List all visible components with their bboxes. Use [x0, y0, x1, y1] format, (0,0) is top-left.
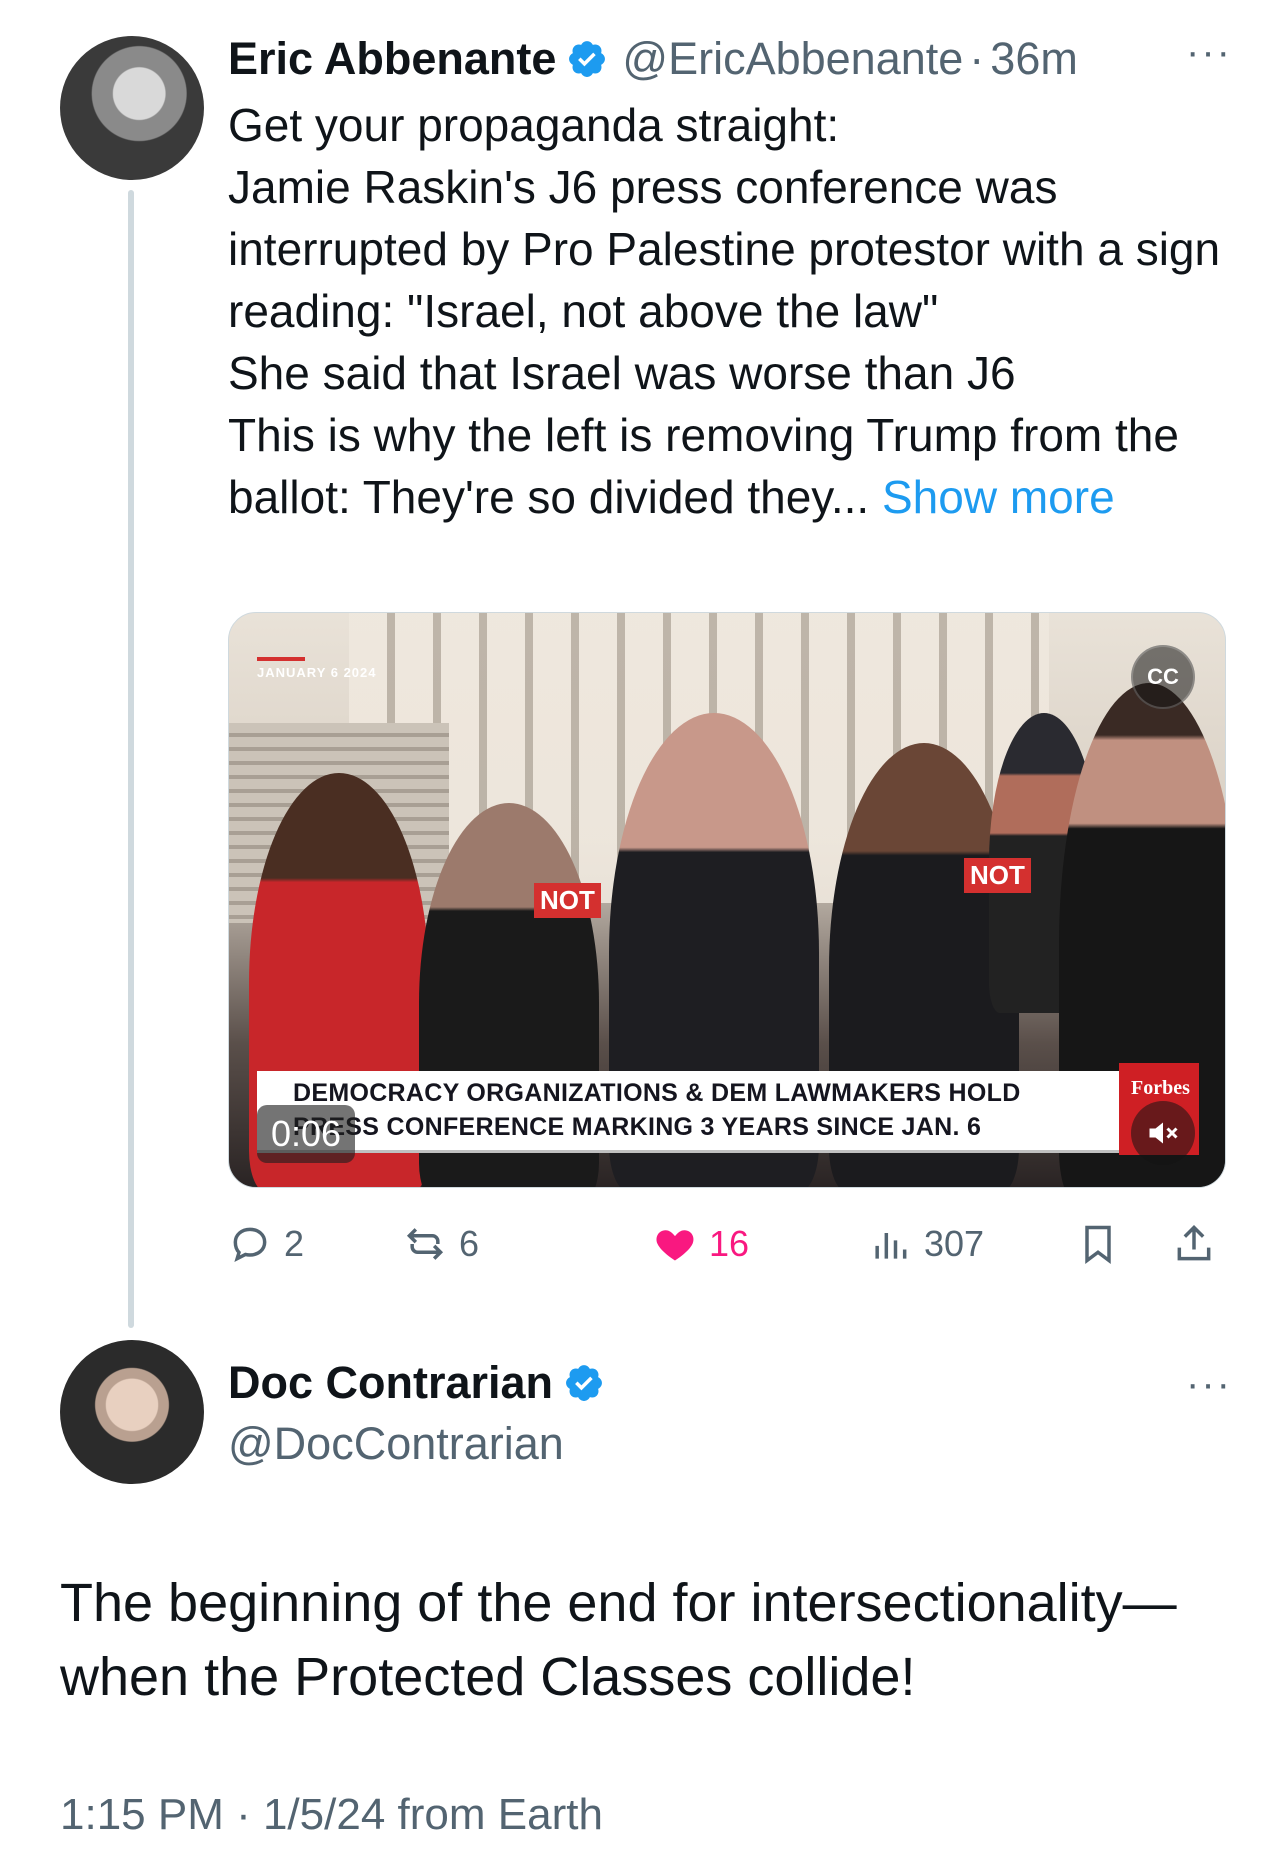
- verified-badge-icon: [569, 41, 606, 77]
- share-button[interactable]: [1172, 1212, 1228, 1276]
- video-player[interactable]: NOT NOT JANUARY 6 2024 CC DEMOCRACY ORGA…: [228, 612, 1226, 1188]
- tweet-header: Doc Contrarian: [228, 1354, 619, 1412]
- tweet-body: Get your propaganda straight: Jamie Rask…: [228, 99, 1221, 523]
- like-count: 16: [709, 1223, 750, 1264]
- protest-sign: NOT: [534, 883, 601, 918]
- share-icon: [1177, 1225, 1211, 1261]
- avatar[interactable]: [60, 1340, 204, 1484]
- heart-icon: [656, 1230, 694, 1261]
- reply-count: 2: [284, 1223, 305, 1264]
- reply-button[interactable]: 2: [228, 1212, 304, 1276]
- repost-button[interactable]: 6: [403, 1212, 479, 1276]
- video-date-tag: JANUARY 6 2024: [257, 657, 377, 680]
- bookmark-button[interactable]: [1076, 1212, 1132, 1276]
- video-timer: 0:06: [257, 1105, 356, 1163]
- network-logo-text: Forbes: [1131, 1077, 1190, 1099]
- tweet-text: Get your propaganda straight: Jamie Rask…: [228, 94, 1238, 528]
- speaker-muted-icon: [1149, 1122, 1178, 1144]
- mute-icon[interactable]: [1131, 1101, 1195, 1165]
- tweet-timestamp[interactable]: 1:15 PM · 1/5/24 from Earth: [60, 1790, 603, 1840]
- lower-third-line2: PRESS CONFERENCE MARKING 3 YEARS SINCE J…: [293, 1113, 982, 1141]
- author-name[interactable]: Doc Contrarian: [228, 1357, 553, 1409]
- author-name[interactable]: Eric Abbenante: [228, 33, 556, 85]
- avatar[interactable]: [60, 36, 204, 180]
- more-options-icon[interactable]: ···: [1186, 1362, 1232, 1407]
- more-options-icon[interactable]: ···: [1186, 30, 1232, 75]
- protest-sign: NOT: [964, 858, 1031, 893]
- tweet-text: The beginning of the end for intersectio…: [60, 1573, 1177, 1707]
- tweet-header: Eric Abbenante @EricAbbenante · 36m: [228, 30, 1078, 88]
- repost-count: 6: [459, 1223, 480, 1264]
- reply-icon: [233, 1227, 267, 1263]
- analytics-icon: [875, 1233, 907, 1259]
- separator-dot: ·: [969, 33, 985, 84]
- tweet-thread: Eric Abbenante @EricAbbenante · 36m ··· …: [0, 0, 1284, 1864]
- news-lower-third: DEMOCRACY ORGANIZATIONS & DEM LAWMAKERS …: [257, 1071, 1145, 1153]
- repost-icon: [406, 1228, 444, 1260]
- thread-connector-line: [128, 190, 134, 1328]
- views-button[interactable]: 307: [868, 1212, 984, 1276]
- lower-third-line1: DEMOCRACY ORGANIZATIONS & DEM LAWMAKERS …: [293, 1079, 1021, 1107]
- captions-icon[interactable]: CC: [1131, 645, 1195, 709]
- show-more-link[interactable]: Show more: [882, 471, 1115, 523]
- bookmark-icon: [1085, 1225, 1111, 1264]
- tweet-time[interactable]: 36m: [990, 33, 1078, 85]
- view-count: 307: [924, 1223, 985, 1264]
- author-handle[interactable]: @DocContrarian: [228, 1418, 564, 1470]
- tweet-actions: 2 6 16 307: [228, 1212, 1228, 1276]
- like-button[interactable]: 16: [653, 1212, 749, 1276]
- author-handle[interactable]: @EricAbbenante: [622, 33, 963, 85]
- verified-badge-icon: [566, 1365, 602, 1401]
